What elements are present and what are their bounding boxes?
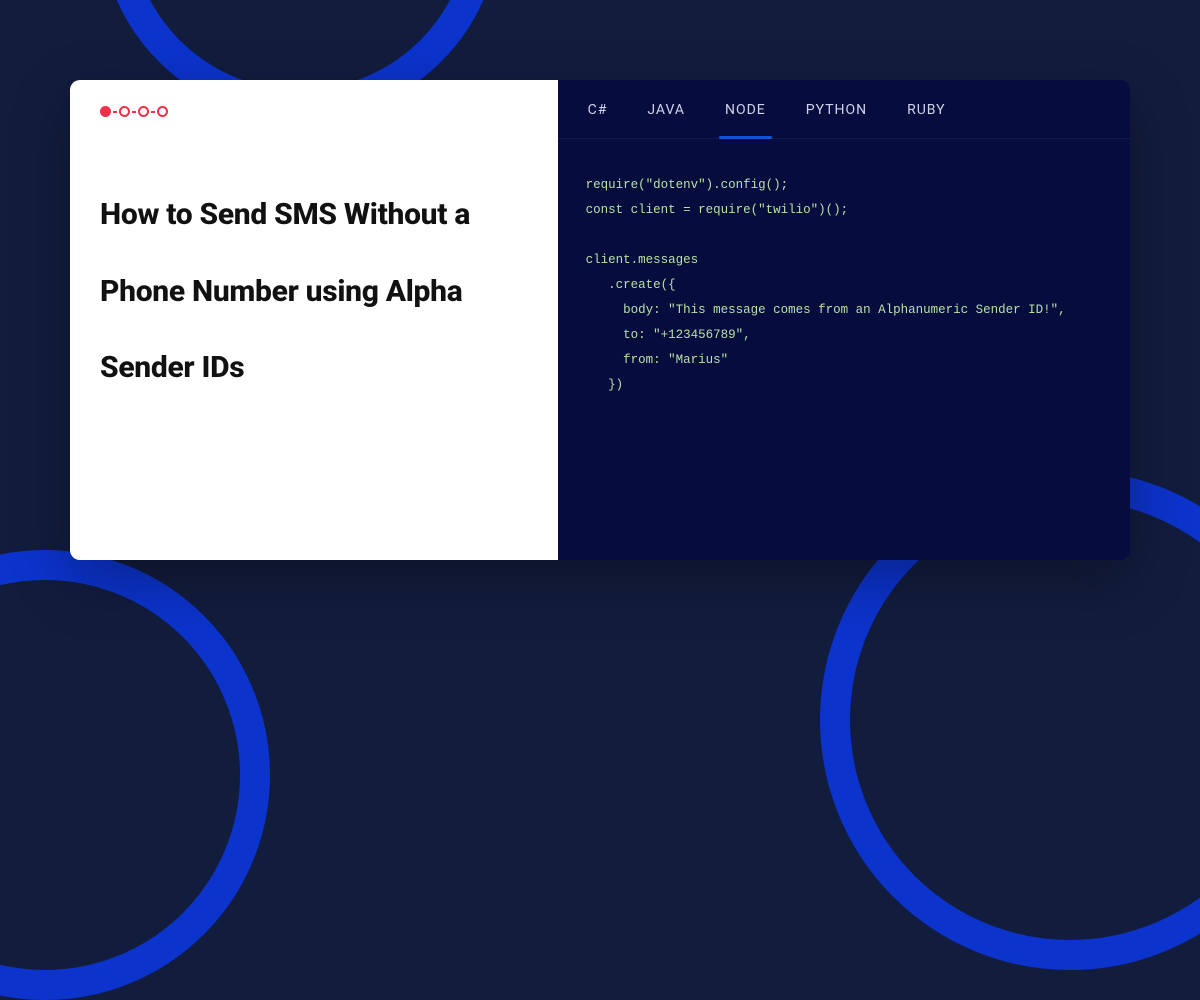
tab-python[interactable]: PYTHON (806, 102, 867, 138)
tab-ruby[interactable]: RUBY (907, 102, 945, 138)
left-panel: How to Send SMS Without a Phone Number u… (70, 80, 558, 560)
tab-java[interactable]: JAVA (647, 102, 685, 138)
code-panel: C# JAVA NODE PYTHON RUBY require("dotenv… (558, 80, 1130, 560)
background-arc (0, 550, 270, 1000)
tab-node[interactable]: NODE (725, 102, 766, 138)
language-tabs: C# JAVA NODE PYTHON RUBY (558, 80, 1130, 139)
article-heading: How to Send SMS Without a Phone Number u… (100, 177, 528, 407)
tab-csharp[interactable]: C# (588, 102, 608, 138)
twilio-logo-icon (100, 106, 528, 117)
content-card: How to Send SMS Without a Phone Number u… (70, 80, 1130, 560)
code-snippet: require("dotenv").config(); const client… (558, 139, 1130, 560)
